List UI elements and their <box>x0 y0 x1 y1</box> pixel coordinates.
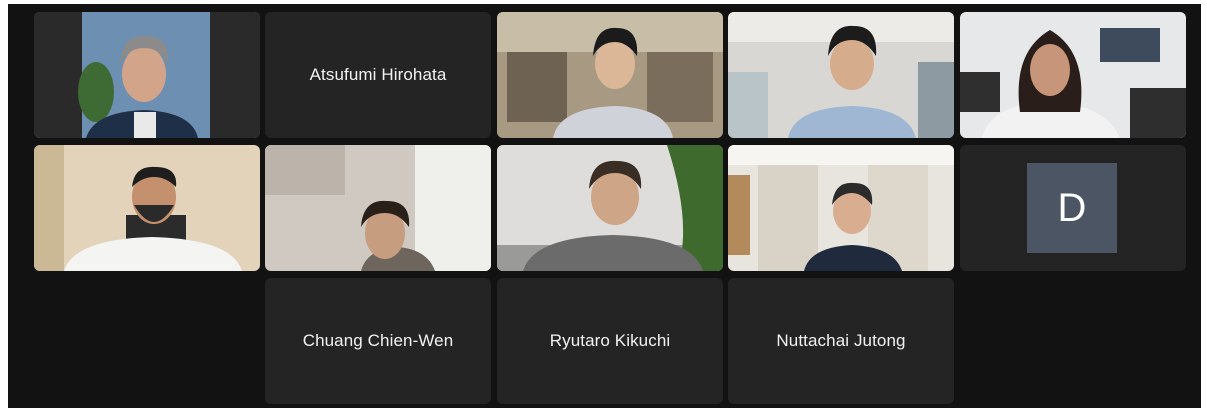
participant-tile[interactable] <box>497 12 723 138</box>
participant-name: Atsufumi Hirohata <box>309 65 447 84</box>
participant-tile[interactable] <box>728 145 954 271</box>
participant-avatar: D <box>1027 163 1117 253</box>
participant-tile[interactable]: D <box>960 145 1186 271</box>
participant-video <box>34 145 260 271</box>
participant-name: Nuttachai Jutong <box>776 331 906 350</box>
participant-video <box>497 145 723 271</box>
participant-tile[interactable]: Nuttachai Jutong <box>728 278 954 404</box>
video-gallery: Atsufumi Hirohata D Chuang Chien-Wen Ryu… <box>8 4 1201 408</box>
participant-video <box>265 145 491 271</box>
participant-tile[interactable] <box>728 12 954 138</box>
participant-name: Ryutaro Kikuchi <box>549 331 671 350</box>
participant-video <box>728 145 954 271</box>
participant-tile-active-speaker[interactable] <box>34 12 260 138</box>
participant-tile[interactable] <box>34 145 260 271</box>
participant-name: Chuang Chien-Wen <box>302 331 454 350</box>
participant-tile[interactable]: Ryutaro Kikuchi <box>497 278 723 404</box>
participant-video <box>497 12 723 138</box>
participant-tile[interactable] <box>497 145 723 271</box>
participant-video <box>34 12 260 138</box>
participant-tile[interactable]: Atsufumi Hirohata <box>265 12 491 138</box>
participant-tile[interactable] <box>960 12 1186 138</box>
participant-video <box>728 12 954 138</box>
participant-tile[interactable] <box>265 145 491 271</box>
participant-video <box>960 12 1186 138</box>
participant-tile[interactable]: Chuang Chien-Wen <box>265 278 491 404</box>
